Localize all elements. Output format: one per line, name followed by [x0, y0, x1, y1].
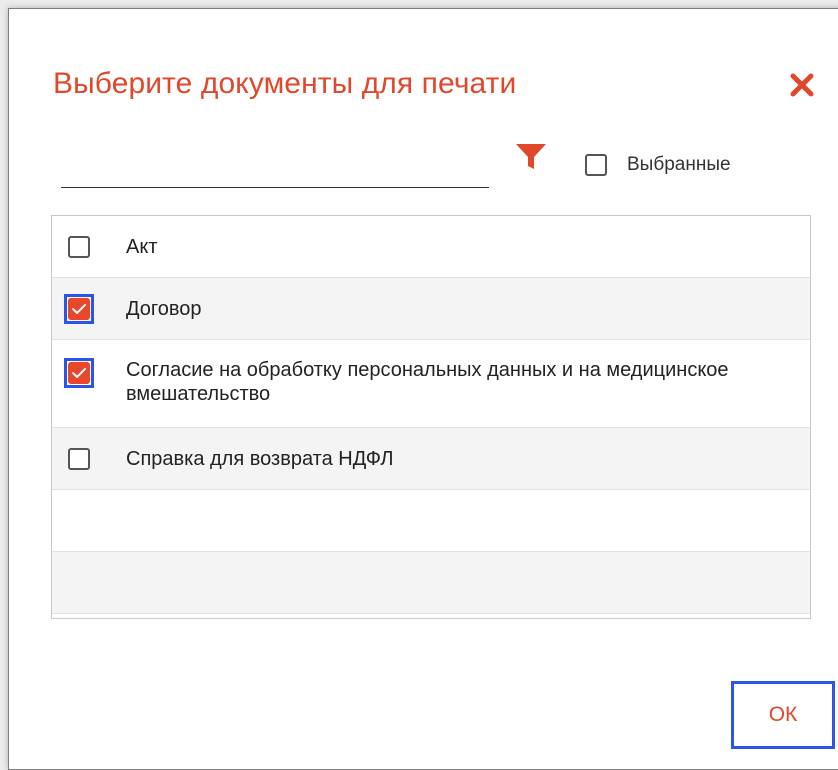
- item-checkbox-wrapper[interactable]: [64, 293, 94, 324]
- item-checkbox[interactable]: [68, 362, 90, 384]
- item-checkbox[interactable]: [68, 235, 90, 258]
- close-button[interactable]: [786, 69, 818, 101]
- documents-list: Акт Договор Согласие на обработку персон…: [51, 215, 811, 619]
- list-item[interactable]: Договор: [52, 278, 810, 340]
- list-item[interactable]: Акт: [52, 216, 810, 278]
- dialog-title: Выберите документы для печати: [53, 67, 517, 100]
- list-item[interactable]: Согласие на обработку персональных данны…: [52, 340, 810, 428]
- item-checkbox[interactable]: [68, 297, 90, 320]
- close-icon: [790, 73, 814, 97]
- item-checkbox-wrapper[interactable]: [64, 358, 94, 388]
- item-label: Справка для возврата НДФЛ: [126, 447, 394, 470]
- print-documents-dialog: Выберите документы для печати Выбранные …: [8, 8, 838, 770]
- item-checkbox-wrapper[interactable]: [64, 444, 94, 474]
- list-item[interactable]: Справка для возврата НДФЛ: [52, 428, 810, 490]
- item-checkbox-wrapper[interactable]: [64, 232, 94, 262]
- selected-only-toggle[interactable]: Выбранные: [585, 149, 731, 181]
- checkmark-icon: [72, 303, 86, 314]
- checkmark-icon: [72, 368, 86, 378]
- empty-list-row: [52, 552, 810, 614]
- filter-icon: [516, 144, 546, 169]
- selected-only-label: Выбранные: [627, 154, 731, 175]
- selected-only-checkbox[interactable]: [585, 154, 607, 176]
- item-label: Акт: [126, 235, 158, 258]
- ok-button[interactable]: ОК: [731, 681, 835, 749]
- filter-button[interactable]: [513, 141, 549, 173]
- item-label: Согласие на обработку персональных данны…: [126, 359, 729, 405]
- search-input[interactable]: [61, 157, 489, 188]
- item-label: Договор: [126, 297, 202, 320]
- item-checkbox[interactable]: [68, 447, 90, 470]
- empty-list-row: [52, 490, 810, 552]
